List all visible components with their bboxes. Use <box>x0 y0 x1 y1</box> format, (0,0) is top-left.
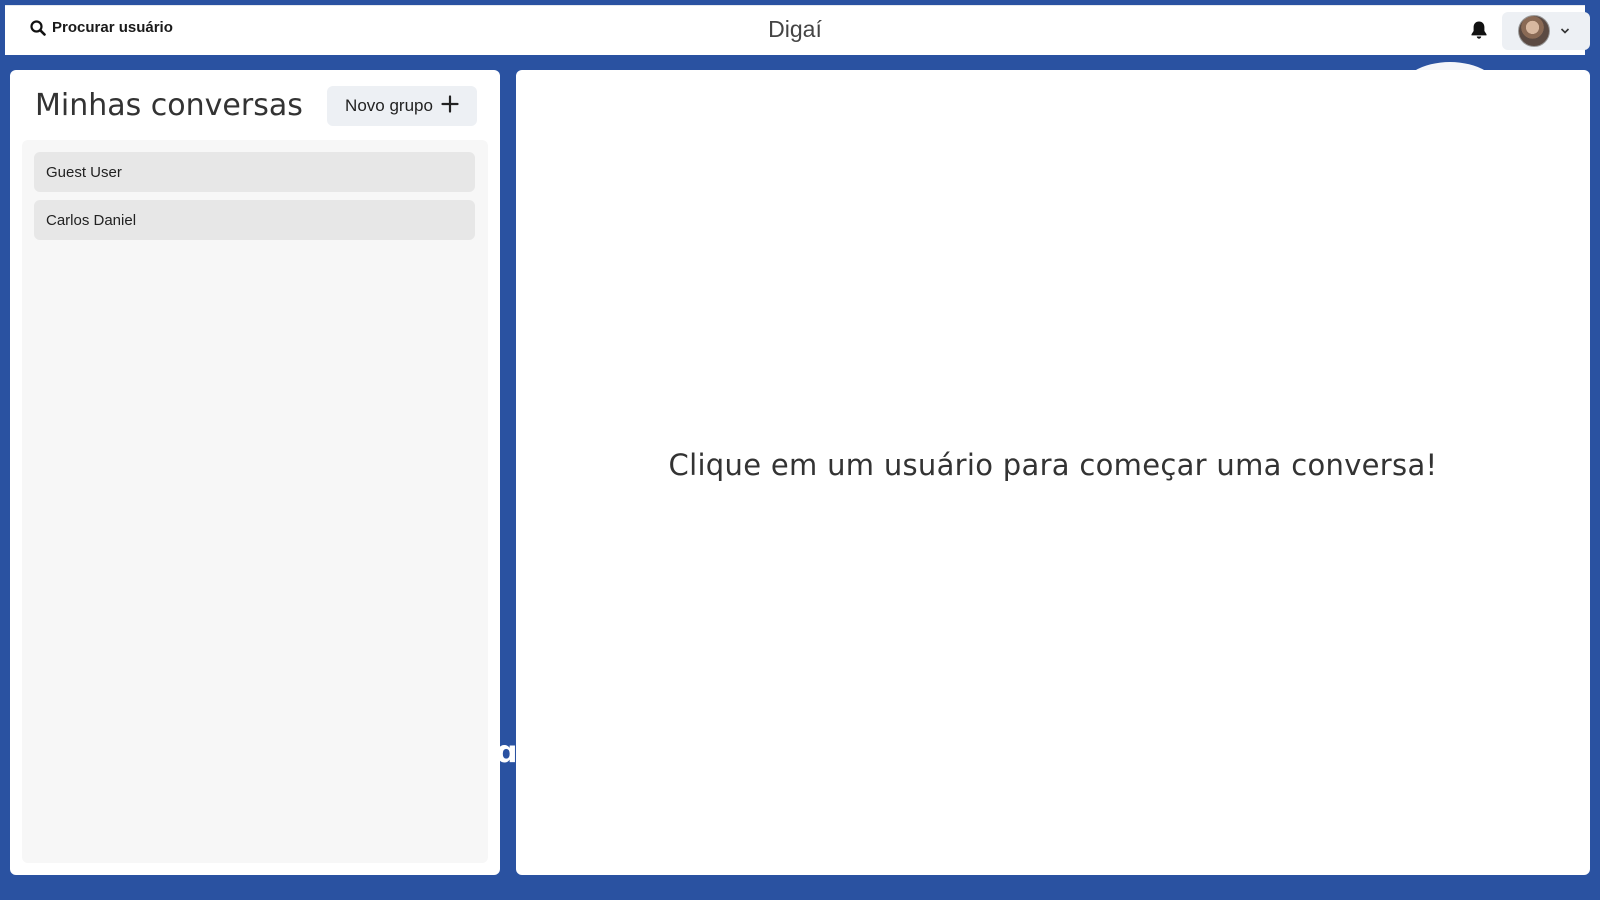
search-user-label: Procurar usuário <box>52 19 173 36</box>
conversation-list: Guest User Carlos Daniel <box>22 140 488 863</box>
new-group-button[interactable]: Novo grupo <box>327 86 477 126</box>
bell-icon <box>1470 21 1488 44</box>
conversation-item[interactable]: Carlos Daniel <box>34 200 475 240</box>
avatar <box>1518 15 1550 47</box>
conversations-panel: Minhas conversas Novo grupo Guest User C… <box>10 70 500 875</box>
search-icon <box>30 19 46 36</box>
search-user-button[interactable]: Procurar usuário <box>30 19 173 36</box>
conversation-name: Carlos Daniel <box>46 211 137 229</box>
profile-menu-button[interactable] <box>1502 12 1590 50</box>
chat-panel: Clique em um usuário para começar uma co… <box>516 70 1590 875</box>
new-group-label: Novo grupo <box>345 96 433 115</box>
conversations-title: Minhas conversas <box>35 88 303 123</box>
conversation-item[interactable]: Guest User <box>34 152 475 192</box>
top-navbar: Procurar usuário Digaí <box>5 5 1590 55</box>
app-title: Digaí <box>768 16 822 42</box>
conversation-name: Guest User <box>46 163 122 181</box>
plus-icon <box>441 94 459 118</box>
empty-chat-message: Clique em um usuário para começar uma co… <box>668 448 1438 482</box>
notifications-button[interactable] <box>1470 20 1488 45</box>
chevron-down-icon <box>1560 22 1570 40</box>
